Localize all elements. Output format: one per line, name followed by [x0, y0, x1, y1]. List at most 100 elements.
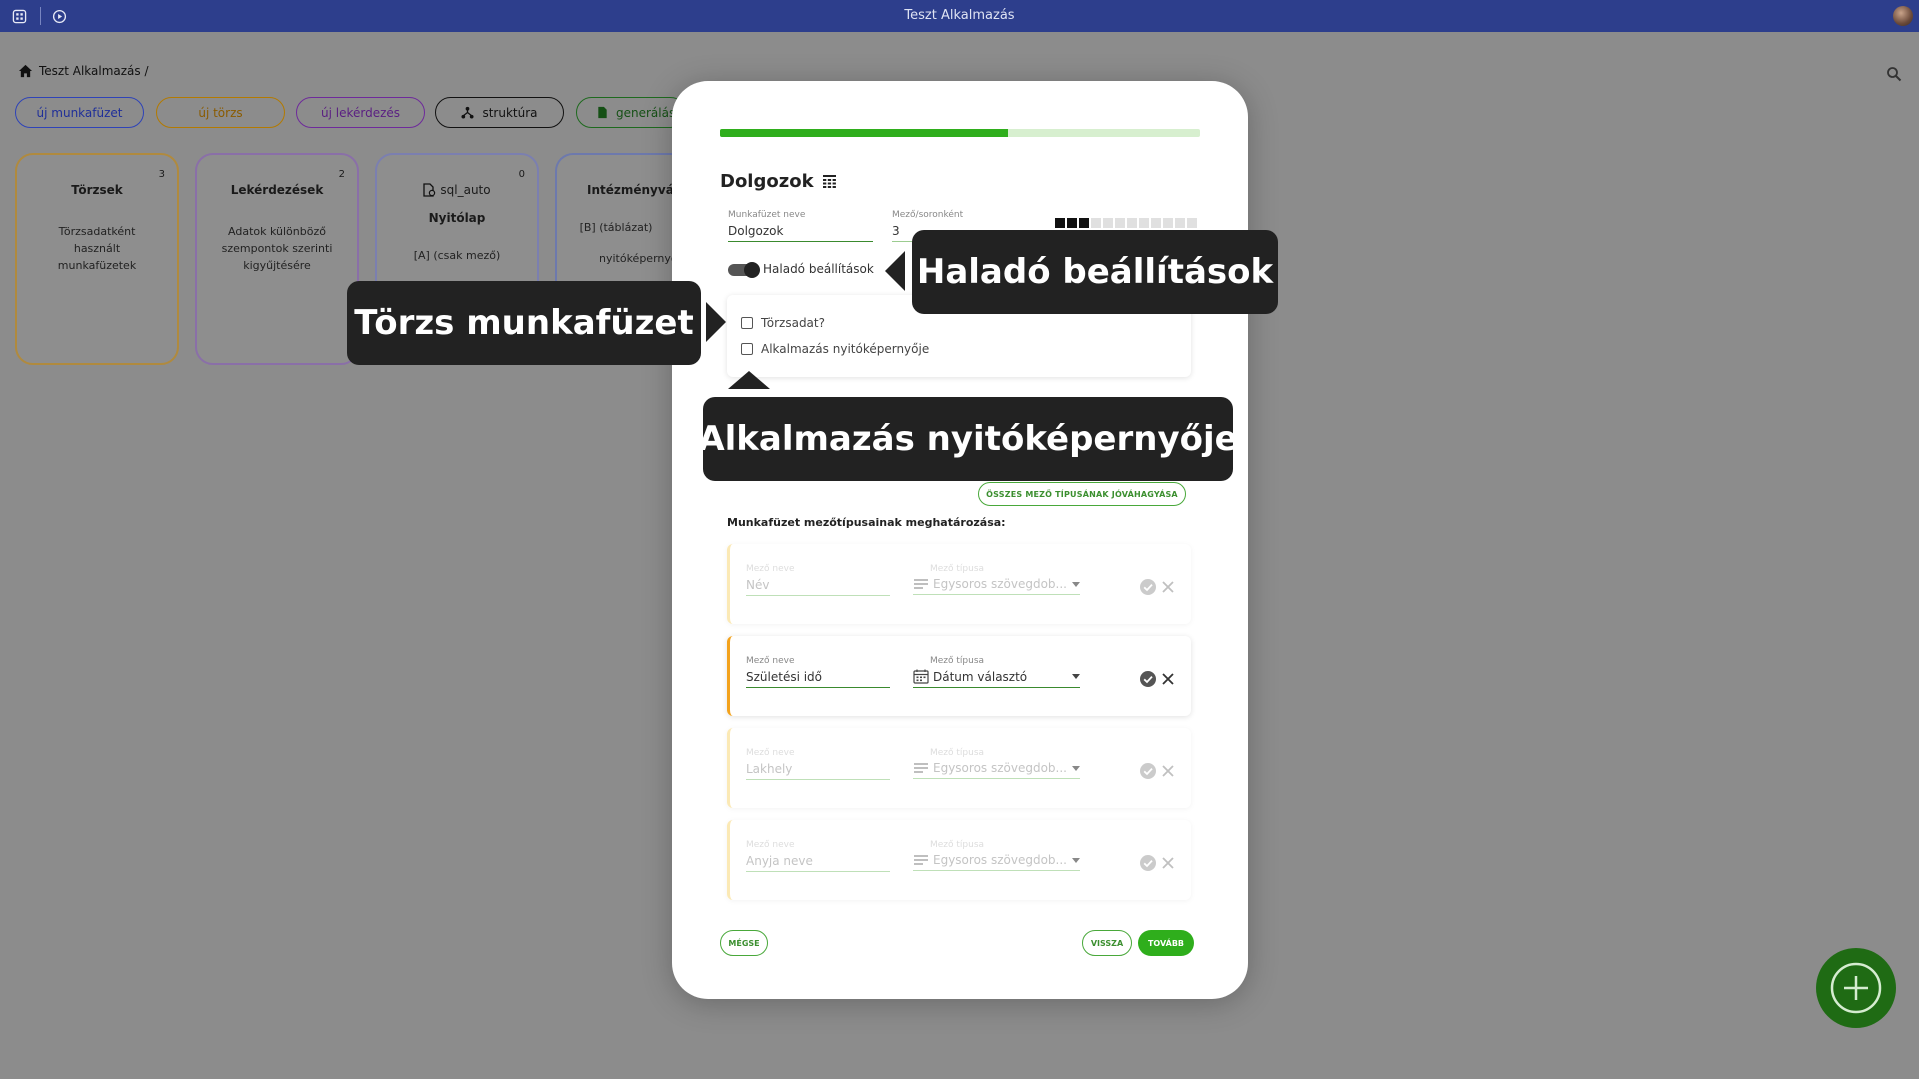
field-type-value: Egysoros szövegdob... — [933, 577, 1067, 591]
fields-per-row-label: Mező/soronként — [892, 210, 964, 220]
app-title-bar: Teszt Alkalmazás — [0, 0, 1919, 32]
field-name-label: Mező neve — [746, 564, 795, 574]
text-field-icon — [914, 579, 928, 589]
tooltip-pointer — [706, 302, 726, 342]
confirm-all-field-types-button[interactable]: ÖSSZES MEZŐ TÍPUSÁNAK JÓVÁHAGYÁSA — [978, 482, 1186, 506]
fields-per-row-option[interactable] — [1187, 218, 1197, 228]
field-type-label: Mező típusa — [930, 840, 985, 850]
confirm-check-icon[interactable] — [1140, 671, 1156, 687]
add-fab-button[interactable] — [1816, 948, 1896, 1028]
next-button[interactable]: TOVÁBB — [1138, 930, 1194, 956]
search-icon[interactable] — [1886, 66, 1902, 82]
card-description-2: nyitóképernyő — [599, 252, 675, 265]
toggle-knob — [744, 262, 760, 278]
fields-per-row-option[interactable] — [1139, 218, 1149, 228]
structure-button[interactable]: struktúra — [435, 97, 564, 128]
fields-per-row-option[interactable] — [1115, 218, 1125, 228]
fields-per-row-option[interactable] — [1175, 218, 1185, 228]
card-description: Adatok különböző szempontok szerinti kig… — [221, 225, 333, 272]
fields-per-row-option[interactable] — [1103, 218, 1113, 228]
card-title: sql_auto — [377, 183, 537, 197]
breadcrumb-app-link[interactable]: Teszt Alkalmazás / — [39, 64, 149, 78]
tooltip-pointer — [885, 251, 905, 291]
field-row: Mező neve Lakhely Mező típusa Egysoros s… — [727, 728, 1191, 808]
master-data-checkbox-row[interactable]: Törzsadat? — [741, 316, 825, 330]
new-master-button[interactable]: új törzs — [156, 97, 285, 128]
card-title: Lekérdezések — [230, 183, 324, 197]
field-name-input[interactable]: Név — [746, 578, 890, 596]
field-type-label: Mező típusa — [930, 656, 985, 666]
field-types-section-label: Munkafüzet mezőtípusainak meghatározása: — [727, 516, 1006, 529]
text-field-icon — [914, 855, 928, 865]
back-button[interactable]: VISSZA — [1082, 930, 1132, 956]
delete-close-icon[interactable] — [1161, 856, 1175, 870]
field-row: Mező neve Születési idő Mező típusa Dátu… — [727, 636, 1191, 716]
confirm-check-icon[interactable] — [1140, 855, 1156, 871]
text-field-icon — [914, 763, 928, 773]
workbook-name-input[interactable]: Dolgozok — [728, 224, 873, 242]
fields-per-row-selector[interactable] — [1055, 218, 1197, 228]
new-workbook-button[interactable]: új munkafüzet — [15, 97, 144, 128]
start-screen-checkbox[interactable] — [741, 343, 753, 355]
card-count: 3 — [158, 169, 165, 180]
structure-icon — [461, 106, 475, 119]
field-name-label: Mező neve — [746, 840, 795, 850]
tooltip-advanced-settings: Haladó beállítások — [912, 230, 1278, 314]
delete-close-icon[interactable] — [1161, 672, 1175, 686]
card-title: Intézményválasz — [587, 183, 675, 197]
start-screen-checkbox-label: Alkalmazás nyitóképernyője — [761, 342, 930, 356]
fields-per-row-option[interactable] — [1079, 218, 1089, 228]
fields-per-row-option[interactable] — [1163, 218, 1173, 228]
tooltip-start-screen: Alkalmazás nyitóképernyője — [698, 397, 1238, 481]
confirm-check-icon[interactable] — [1140, 579, 1156, 595]
field-type-label: Mező típusa — [930, 748, 985, 758]
field-type-select[interactable]: Dátum választó — [913, 669, 1080, 688]
fields-per-row-option[interactable] — [1127, 218, 1137, 228]
delete-close-icon[interactable] — [1161, 580, 1175, 594]
card-description: [A] (csak mező) — [413, 249, 501, 262]
confirm-check-icon[interactable] — [1140, 763, 1156, 779]
field-type-select[interactable]: Egysoros szövegdob... — [913, 853, 1080, 871]
delete-close-icon[interactable] — [1161, 764, 1175, 778]
field-name-label: Mező neve — [746, 656, 795, 666]
field-name-input[interactable]: Anyja neve — [746, 854, 890, 872]
home-icon[interactable] — [18, 64, 33, 78]
app-title: Teszt Alkalmazás — [904, 8, 1015, 23]
card-title-text: sql_auto — [440, 183, 491, 197]
card-subtitle: Nyitólap — [428, 211, 486, 225]
calendar-icon — [913, 669, 929, 684]
fields-per-row-option[interactable] — [1151, 218, 1161, 228]
user-avatar[interactable] — [1893, 6, 1913, 26]
new-workbook-label: új munkafüzet — [36, 105, 123, 120]
fields-per-row-option[interactable] — [1091, 218, 1101, 228]
field-row: Mező neve Név Mező típusa Egysoros szöve… — [727, 544, 1191, 624]
field-name-input[interactable]: Születési idő — [746, 670, 890, 688]
master-data-checkbox[interactable] — [741, 317, 753, 329]
dialog-title-text: Dolgozok — [720, 171, 814, 192]
fields-per-row-option[interactable] — [1067, 218, 1077, 228]
card-count: 0 — [518, 169, 525, 180]
start-screen-checkbox-row[interactable]: Alkalmazás nyitóképernyője — [741, 342, 929, 356]
workbook-wizard-dialog: Dolgozok Munkafüzet neve Dolgozok Mező/s… — [672, 81, 1248, 999]
document-icon — [598, 106, 607, 119]
workbook-name-label: Munkafüzet neve — [728, 210, 806, 220]
new-query-button[interactable]: új lekérdezés — [296, 97, 425, 128]
masters-card[interactable]: 3 Törzsek Törzsadatként használt munkafü… — [15, 153, 179, 365]
card-description: Törzsadatként használt munkafüzetek — [57, 225, 137, 272]
card-description: [B] (táblázat) — [579, 221, 653, 234]
queries-card[interactable]: 2 Lekérdezések Adatok különböző szempont… — [195, 153, 359, 365]
cancel-button[interactable]: MÉGSE — [720, 930, 768, 956]
field-type-select[interactable]: Egysoros szövegdob... — [913, 761, 1080, 779]
generate-button[interactable]: generálás — [576, 97, 686, 128]
field-type-select[interactable]: Egysoros szövegdob... — [913, 577, 1080, 595]
field-name-label: Mező neve — [746, 748, 795, 758]
progress-fill — [720, 129, 1008, 137]
advanced-settings-toggle[interactable] — [728, 262, 760, 278]
chevron-down-icon — [1072, 857, 1080, 863]
dialog-title: Dolgozok — [720, 171, 837, 192]
sql-document-icon — [423, 183, 436, 197]
field-name-input[interactable]: Lakhely — [746, 762, 890, 780]
chevron-down-icon — [1072, 581, 1080, 587]
card-title: Törzsek — [71, 183, 123, 197]
fields-per-row-option[interactable] — [1055, 218, 1065, 228]
